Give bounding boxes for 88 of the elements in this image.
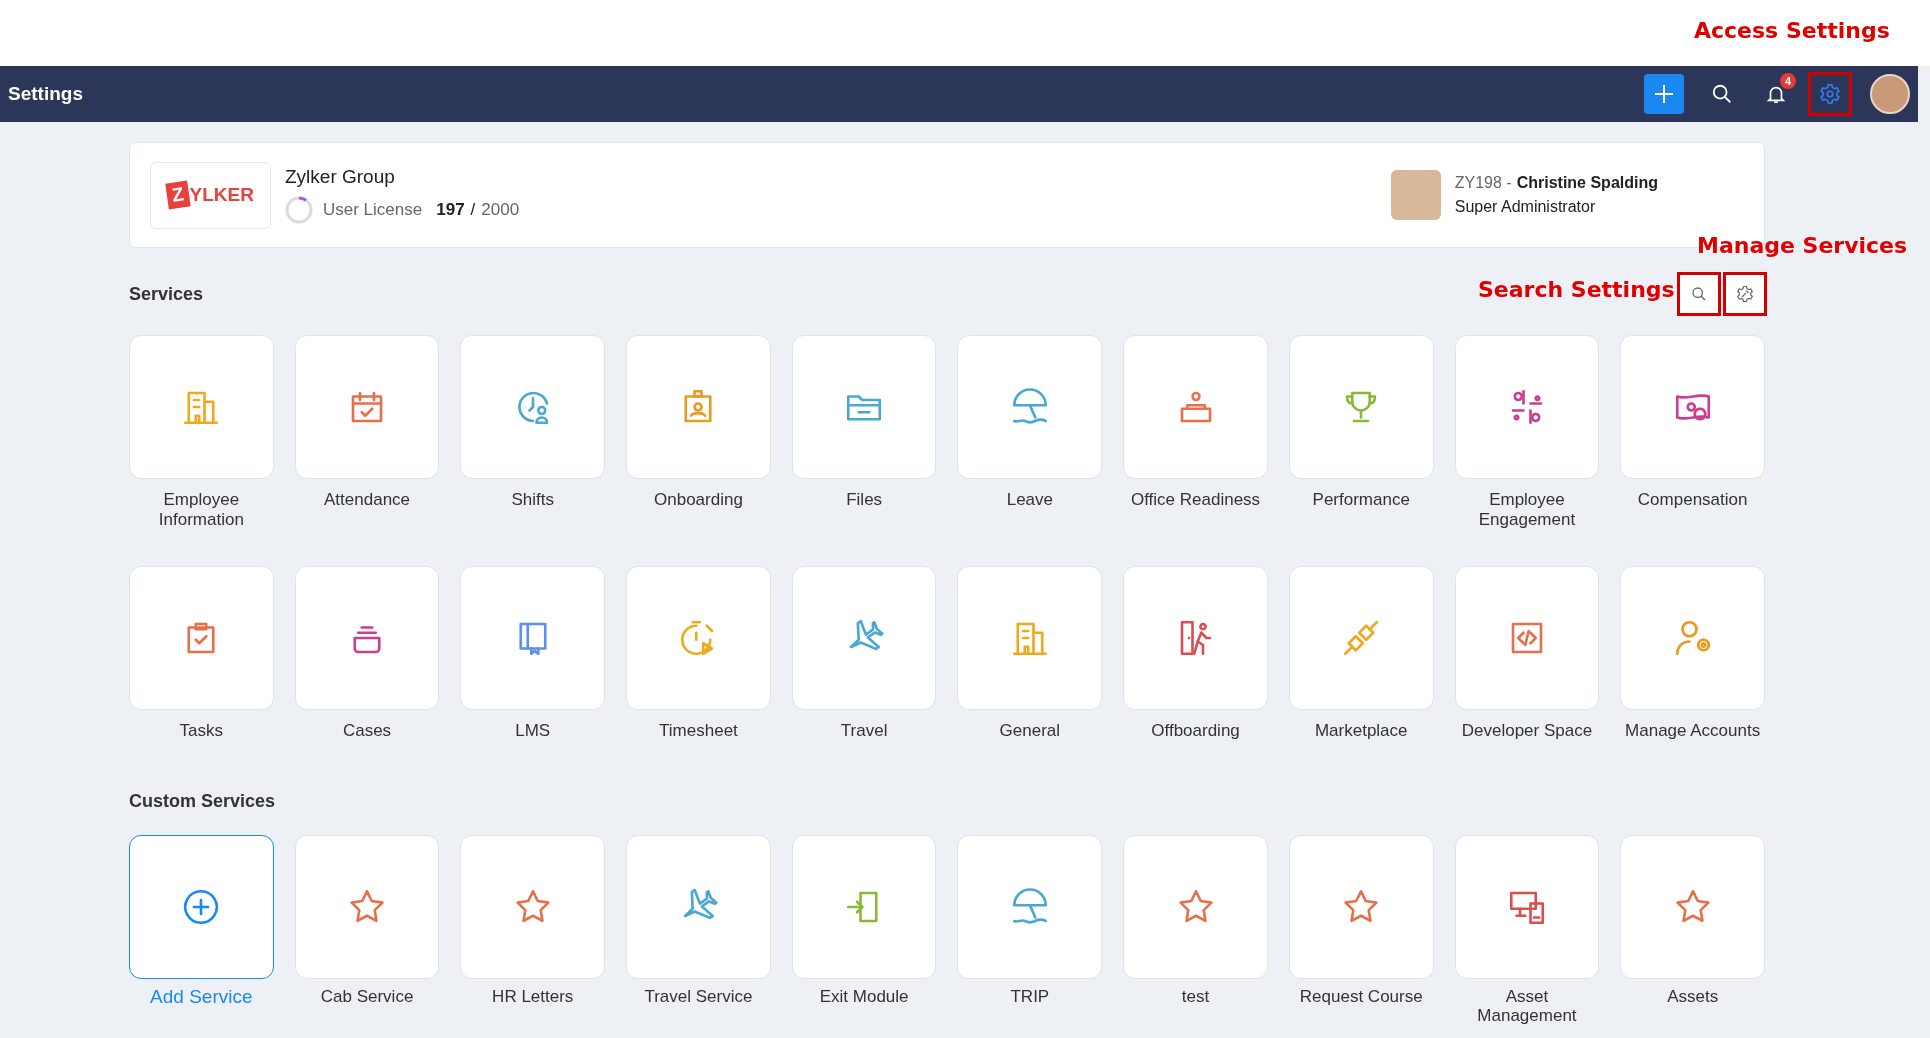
service-label: LMS xyxy=(515,721,551,742)
service-tile[interactable] xyxy=(1454,835,1600,979)
service-tile[interactable] xyxy=(1288,335,1434,479)
license-total-count: 2000 xyxy=(481,200,520,220)
service-label: test xyxy=(1181,987,1210,1008)
service-tile[interactable] xyxy=(626,566,771,710)
service-tile[interactable] xyxy=(460,566,606,710)
service-tile[interactable] xyxy=(1288,835,1434,979)
notifications-button[interactable]: 4 xyxy=(1756,74,1796,114)
service-label: Marketplace xyxy=(1314,721,1408,742)
service-label: Cases xyxy=(342,721,392,742)
service-tile[interactable] xyxy=(957,335,1103,479)
service-label: Assets xyxy=(1667,987,1719,1008)
settings-icon xyxy=(1819,83,1841,105)
organization-name: Zylker Group xyxy=(285,166,396,188)
service-tile[interactable] xyxy=(791,566,937,710)
service-tile[interactable] xyxy=(1454,335,1600,479)
service-tile[interactable] xyxy=(1123,835,1268,979)
notification-count-badge: 4 xyxy=(1780,73,1796,89)
service-tile[interactable] xyxy=(957,835,1103,979)
service-tile[interactable] xyxy=(791,835,937,979)
service-label: Attendance xyxy=(324,490,411,511)
service-label: Performance xyxy=(1312,490,1410,511)
service-tile[interactable] xyxy=(460,835,606,979)
gear-wrench-icon xyxy=(1736,285,1754,303)
manage-services-button[interactable] xyxy=(1725,274,1765,314)
section-title: Custom Services xyxy=(129,790,276,812)
service-label: Manage Accounts xyxy=(1625,721,1761,742)
service-tile[interactable] xyxy=(1620,335,1765,479)
service-label: Employee Engagement xyxy=(1477,490,1577,530)
user-id: ZY198 - xyxy=(1454,174,1512,191)
service-tile[interactable] xyxy=(1454,566,1600,710)
service-label: Employee Information xyxy=(157,490,245,530)
add-service-tile[interactable] xyxy=(129,835,274,979)
service-label: Cab Service xyxy=(320,987,414,1008)
service-tile[interactable] xyxy=(129,335,274,479)
service-label: TRIP xyxy=(1010,987,1050,1008)
service-tile[interactable] xyxy=(1288,566,1434,710)
service-tile[interactable] xyxy=(294,835,440,979)
settings-button[interactable] xyxy=(1810,74,1850,114)
add-button[interactable] xyxy=(1644,74,1684,114)
add-service-link[interactable]: Add Service xyxy=(150,987,253,1006)
service-tile[interactable] xyxy=(129,566,274,710)
annotation-label: Manage Services xyxy=(1697,233,1908,258)
service-label: Leave xyxy=(1006,490,1053,511)
service-tile[interactable] xyxy=(626,335,771,479)
service-label: Travel xyxy=(840,721,888,742)
section-title: Services xyxy=(129,283,204,305)
service-tile[interactable] xyxy=(294,566,440,710)
service-tile[interactable] xyxy=(294,335,440,479)
service-label: Request Course xyxy=(1299,987,1423,1008)
service-label: Onboarding xyxy=(654,490,743,511)
license-used-count: 197 xyxy=(436,200,465,220)
service-tile[interactable] xyxy=(626,835,771,979)
annotation-label: Access Settings xyxy=(1694,18,1890,43)
service-label: General xyxy=(999,721,1061,742)
annotation-label: Search Settings xyxy=(1478,277,1675,302)
service-label: Travel Service xyxy=(644,987,753,1008)
service-label: Compensation xyxy=(1637,490,1748,511)
user-avatar[interactable] xyxy=(1870,74,1910,114)
license-separator: / xyxy=(470,200,476,220)
service-label: HR Letters xyxy=(492,987,574,1008)
service-label: Shifts xyxy=(511,490,554,511)
service-tile[interactable] xyxy=(1123,566,1268,710)
service-label: Developer Space xyxy=(1461,721,1593,742)
service-label: Timesheet xyxy=(659,721,738,742)
user-role: Super Administrator xyxy=(1454,198,1597,216)
service-tile[interactable] xyxy=(1620,566,1765,710)
search-icon xyxy=(1711,83,1733,105)
service-tile[interactable] xyxy=(1620,835,1765,979)
plus-icon xyxy=(1652,82,1676,106)
company-logo: Z YLKER xyxy=(150,161,271,229)
user-name: Christine Spalding xyxy=(1516,174,1658,191)
service-label: Tasks xyxy=(179,721,224,742)
search-icon xyxy=(1691,286,1707,302)
service-label: Exit Module xyxy=(819,987,909,1008)
service-label: Office Readiness xyxy=(1130,490,1261,511)
license-label: User License xyxy=(323,200,423,220)
service-label: Files xyxy=(846,490,883,511)
service-tile[interactable] xyxy=(791,335,937,479)
service-tile[interactable] xyxy=(460,335,606,479)
service-label: Asset Management xyxy=(1476,987,1578,1027)
service-tile[interactable] xyxy=(957,566,1103,710)
search-settings-button[interactable] xyxy=(1679,274,1719,314)
service-label: Offboarding xyxy=(1151,721,1240,742)
photo-placeholder xyxy=(1390,170,1441,220)
service-tile[interactable] xyxy=(1123,335,1268,479)
page-title: Settings xyxy=(8,83,83,105)
